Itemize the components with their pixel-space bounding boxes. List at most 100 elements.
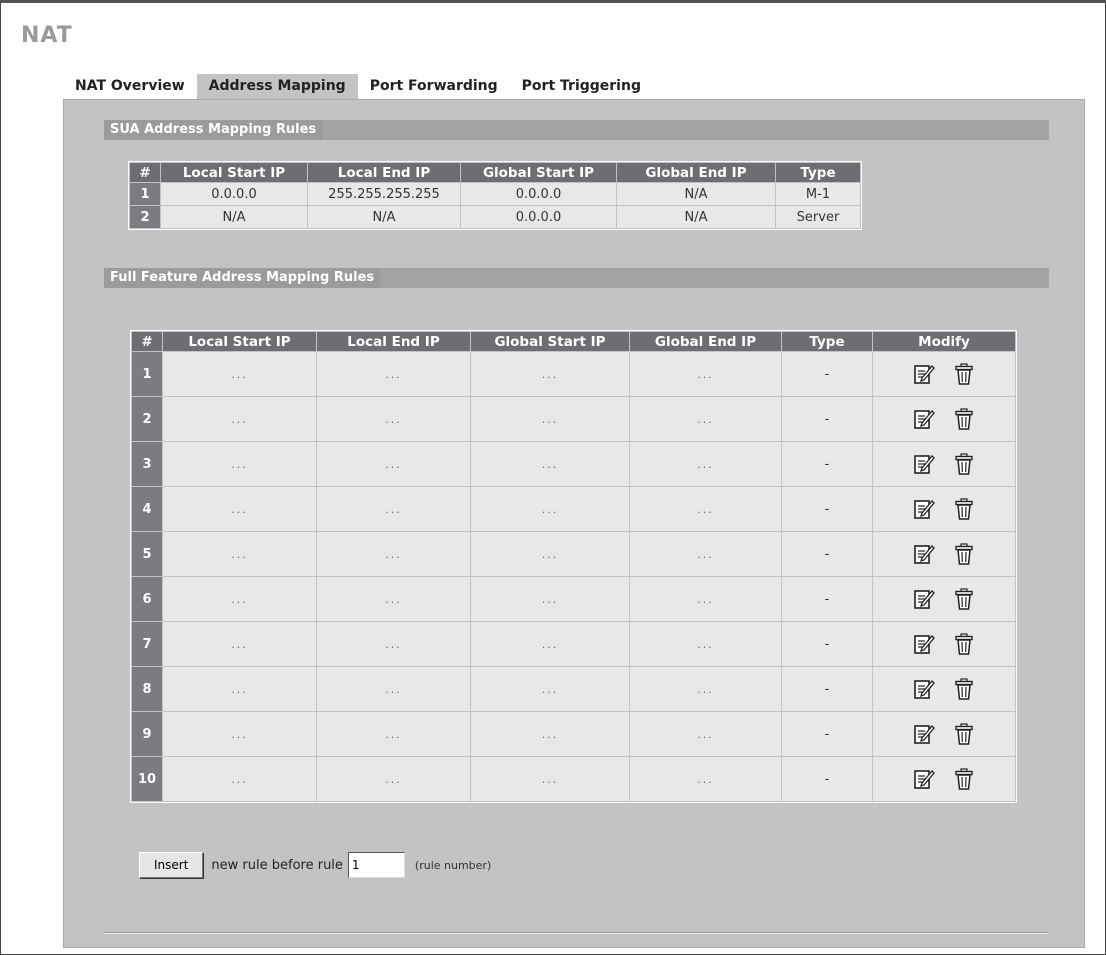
global-end-ip: ...	[630, 577, 781, 621]
rule-number-input[interactable]	[347, 852, 405, 878]
global-start-ip: ...	[471, 622, 629, 666]
local-end-ip: ...	[317, 352, 470, 396]
modify-cell	[873, 757, 1015, 801]
sua-section-title: SUA Address Mapping Rules	[104, 120, 323, 140]
global-start-ip: ...	[471, 442, 629, 486]
page-title: NAT	[21, 23, 73, 48]
insert-description: new rule before rule	[211, 857, 343, 873]
rule-type: -	[782, 622, 872, 666]
global-start-ip: ...	[471, 577, 629, 621]
trash-icon[interactable]	[953, 588, 975, 610]
full-feature-rules-table: # Local Start IP Local End IP Global Sta…	[130, 330, 1017, 803]
trash-icon[interactable]	[953, 363, 975, 385]
sua-header-row: # Local Start IP Local End IP Global Sta…	[130, 163, 860, 182]
local-start-ip: N/A	[161, 206, 307, 228]
tab-port-forwarding[interactable]: Port Forwarding	[357, 74, 510, 99]
col-modify: Modify	[873, 332, 1015, 351]
row-number: 7	[132, 622, 162, 666]
trash-icon[interactable]	[953, 453, 975, 475]
trash-icon[interactable]	[953, 678, 975, 700]
trash-icon[interactable]	[953, 408, 975, 430]
window-frame: NAT NAT Overview Address Mapping Port Fo…	[0, 0, 1106, 955]
local-start-ip: ...	[163, 712, 316, 756]
tab-address-mapping[interactable]: Address Mapping	[196, 74, 358, 99]
global-end-ip: ...	[630, 712, 781, 756]
col-local-start-ip: Local Start IP	[163, 332, 316, 351]
tab-bar: NAT Overview Address Mapping Port Forwar…	[63, 74, 653, 99]
local-start-ip: ...	[163, 532, 316, 576]
rule-type: -	[782, 442, 872, 486]
row-number: 8	[132, 667, 162, 711]
edit-icon[interactable]	[913, 408, 935, 430]
modify-cell	[873, 532, 1015, 576]
insert-button[interactable]: Insert	[139, 852, 204, 878]
local-start-ip: ...	[163, 667, 316, 711]
local-end-ip: ...	[317, 532, 470, 576]
trash-icon[interactable]	[953, 543, 975, 565]
row-number: 9	[132, 712, 162, 756]
table-row: 1 0.0.0.0 255.255.255.255 0.0.0.0 N/A M-…	[130, 183, 860, 205]
local-start-ip: 0.0.0.0	[161, 183, 307, 205]
local-end-ip: ...	[317, 577, 470, 621]
trash-icon[interactable]	[953, 723, 975, 745]
col-index: #	[132, 332, 162, 351]
local-end-ip: N/A	[308, 206, 460, 228]
edit-icon[interactable]	[913, 453, 935, 475]
full-header-row: # Local Start IP Local End IP Global Sta…	[132, 332, 1015, 351]
modify-cell	[873, 487, 1015, 531]
table-row: 6............ -	[132, 577, 1015, 621]
edit-icon[interactable]	[913, 543, 935, 565]
row-number: 1	[130, 183, 160, 205]
table-row: 1............ -	[132, 352, 1015, 396]
edit-icon[interactable]	[913, 678, 935, 700]
row-number: 3	[132, 442, 162, 486]
rule-type: -	[782, 532, 872, 576]
sua-section-header: SUA Address Mapping Rules	[104, 120, 1049, 140]
full-feature-rows: 1............ -2............ -3...........…	[132, 352, 1015, 801]
sua-rules-table: # Local Start IP Local End IP Global Sta…	[128, 161, 862, 230]
rule-type: Server	[776, 206, 860, 228]
rule-type: M-1	[776, 183, 860, 205]
global-end-ip: ...	[630, 757, 781, 801]
edit-icon[interactable]	[913, 498, 935, 520]
edit-icon[interactable]	[913, 363, 935, 385]
tab-port-triggering[interactable]: Port Triggering	[509, 74, 653, 99]
col-global-end-ip: Global End IP	[617, 163, 775, 182]
rule-type: -	[782, 577, 872, 621]
trash-icon[interactable]	[953, 633, 975, 655]
edit-icon[interactable]	[913, 588, 935, 610]
rule-type: -	[782, 397, 872, 441]
trash-icon[interactable]	[953, 498, 975, 520]
col-local-start-ip: Local Start IP	[161, 163, 307, 182]
insert-rule-row: Insert new rule before rule (rule number…	[139, 852, 491, 878]
row-number: 6	[132, 577, 162, 621]
trash-icon[interactable]	[953, 768, 975, 790]
local-end-ip: ...	[317, 622, 470, 666]
local-start-ip: ...	[163, 397, 316, 441]
local-end-ip: ...	[317, 712, 470, 756]
tab-nat-overview[interactable]: NAT Overview	[63, 74, 197, 99]
local-start-ip: ...	[163, 577, 316, 621]
global-start-ip: ...	[471, 487, 629, 531]
edit-icon[interactable]	[913, 768, 935, 790]
modify-cell	[873, 397, 1015, 441]
row-number: 10	[132, 757, 162, 801]
bottom-divider	[104, 932, 1049, 934]
table-row: 8............ -	[132, 667, 1015, 711]
local-start-ip: ...	[163, 622, 316, 666]
global-end-ip: ...	[630, 532, 781, 576]
table-row: 2............ -	[132, 397, 1015, 441]
local-end-ip: ...	[317, 442, 470, 486]
global-start-ip: ...	[471, 397, 629, 441]
full-feature-section-title: Full Feature Address Mapping Rules	[104, 268, 381, 288]
local-start-ip: ...	[163, 487, 316, 531]
local-start-ip: ...	[163, 442, 316, 486]
local-end-ip: 255.255.255.255	[308, 183, 460, 205]
edit-icon[interactable]	[913, 723, 935, 745]
edit-icon[interactable]	[913, 633, 935, 655]
rule-type: -	[782, 667, 872, 711]
local-end-ip: ...	[317, 487, 470, 531]
modify-cell	[873, 352, 1015, 396]
local-end-ip: ...	[317, 397, 470, 441]
rule-type: -	[782, 712, 872, 756]
